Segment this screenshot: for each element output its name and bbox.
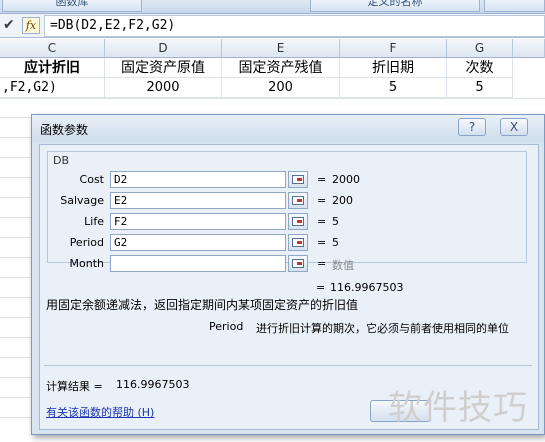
cell-f1[interactable]: 折旧期 xyxy=(340,58,447,78)
range-picker-icon[interactable] xyxy=(288,213,308,230)
arguments-group: DB Cost D2 = 2000 Salvage E2 = 200 Life … xyxy=(47,151,527,272)
grid-line xyxy=(0,177,31,178)
calc-result-value: 116.9967503 xyxy=(116,378,190,391)
equals-sign: = xyxy=(317,236,327,249)
cell-f2[interactable]: 5 xyxy=(340,78,447,98)
equals-sign: = xyxy=(317,194,327,207)
formula-bar: ✔ fx =DB(D2,E2,F2,G2) xyxy=(0,14,545,38)
arg-label-life: Life xyxy=(84,215,104,228)
cell-g1[interactable]: 次数 xyxy=(447,58,513,78)
cell-g2[interactable]: 5 xyxy=(447,78,513,98)
defined-names-button[interactable]: 定义的名称 xyxy=(310,0,480,12)
equals-sign: = xyxy=(317,257,327,270)
watermark: 软件技巧 xyxy=(388,388,528,428)
column-header-f[interactable]: F xyxy=(340,39,447,58)
arg-help-text: 进行折旧计算的期次，它必须与前者使用相同的单位 xyxy=(256,322,509,335)
help-icon[interactable]: ? xyxy=(458,118,486,136)
calc-result-label: 计算结果 = xyxy=(46,380,103,393)
grid-line xyxy=(0,237,31,238)
grid-line xyxy=(0,417,31,418)
arg-result-cost: 2000 xyxy=(332,173,360,186)
range-picker-icon[interactable] xyxy=(288,234,308,251)
equals-sign: = xyxy=(317,215,327,228)
close-icon[interactable]: X xyxy=(500,118,528,136)
column-header-g[interactable]: G xyxy=(447,39,513,58)
function-description: 用固定余额递减法，返回指定期间内某项固定资产的折旧值 xyxy=(46,298,359,312)
arg-result-salvage: 200 xyxy=(332,194,353,207)
grid-line xyxy=(0,217,31,218)
dialog-title: 函数参数 xyxy=(40,123,89,137)
arg-input-life[interactable]: F2 xyxy=(110,213,286,230)
column-header-h[interactable] xyxy=(513,39,545,58)
grid-line xyxy=(0,357,31,358)
arg-input-period[interactable]: G2 xyxy=(110,234,286,251)
ribbon-strip: 函数库 定义的名称 xyxy=(0,0,545,14)
cell-d2[interactable]: 2000 xyxy=(105,78,222,98)
range-picker-icon[interactable] xyxy=(288,171,308,188)
ribbon-extra-button[interactable] xyxy=(484,0,545,12)
confirm-icon[interactable]: ✔ xyxy=(3,16,19,34)
column-header-d[interactable]: D xyxy=(105,39,222,58)
function-name: DB xyxy=(53,154,70,167)
arg-label-cost: Cost xyxy=(79,173,104,186)
arg-input-cost[interactable]: D2 xyxy=(110,171,286,188)
grid-line xyxy=(0,197,31,198)
arg-input-month[interactable] xyxy=(110,255,286,272)
function-result: 116.9967503 xyxy=(330,281,404,294)
grid-line xyxy=(0,257,31,258)
grid-line xyxy=(0,397,31,398)
arg-label-month: Month xyxy=(69,257,104,270)
insert-function-icon[interactable]: fx xyxy=(22,17,40,34)
range-picker-icon[interactable] xyxy=(288,192,308,209)
equals-sign: = xyxy=(316,281,326,294)
function-library-button[interactable]: 函数库 xyxy=(2,0,142,12)
arg-result-month: 数值 xyxy=(332,259,354,272)
grid-line xyxy=(0,98,545,99)
grid-line xyxy=(0,157,31,158)
grid-line xyxy=(0,297,31,298)
range-picker-icon[interactable] xyxy=(288,255,308,272)
grid-line xyxy=(0,137,31,138)
cell-c2[interactable]: ,F2,G2) xyxy=(0,78,105,98)
column-header-c[interactable]: C xyxy=(0,39,105,58)
arg-result-period: 5 xyxy=(332,236,339,249)
arg-label-period: Period xyxy=(69,236,104,249)
arg-input-salvage[interactable]: E2 xyxy=(110,192,286,209)
cell-e2[interactable]: 200 xyxy=(222,78,340,98)
equals-sign: = xyxy=(317,173,327,186)
function-help-link[interactable]: 有关该函数的帮助 (H) xyxy=(46,404,154,420)
arg-help-name: Period xyxy=(209,320,244,333)
grid-line xyxy=(0,377,31,378)
cell-c1[interactable]: 应计折旧 xyxy=(0,58,105,78)
grid-line xyxy=(0,277,31,278)
formula-input[interactable]: =DB(D2,E2,F2,G2) xyxy=(44,15,545,37)
separator xyxy=(44,365,532,366)
cell-d1[interactable]: 固定资产原值 xyxy=(105,58,222,78)
arg-result-life: 5 xyxy=(332,215,339,228)
grid-line xyxy=(0,337,31,338)
column-header-e[interactable]: E xyxy=(222,39,340,58)
arg-label-salvage: Salvage xyxy=(60,194,104,207)
grid-line xyxy=(0,317,31,318)
dialog-titlebar[interactable]: 函数参数 ? X xyxy=(32,115,544,142)
cell-e1[interactable]: 固定资产残值 xyxy=(222,58,340,78)
